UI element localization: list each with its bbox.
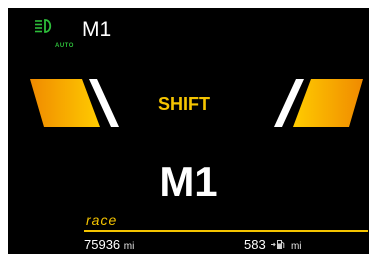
fuel-range: 583 mi (244, 237, 302, 254)
fuel-range-value: 583 (244, 237, 266, 252)
drive-mode-underline (84, 230, 368, 232)
drive-mode-label: race (86, 212, 118, 228)
gear-indicator-large: M1 (159, 158, 218, 205)
instrument-cluster-display: AUTO M1 SHIFT M1 race 75936 mi 583 mi (8, 8, 369, 254)
auto-headlight-icon (34, 18, 62, 44)
odometer-unit: mi (123, 241, 135, 252)
fuel-range-unit: mi (290, 241, 302, 252)
shift-indicator-label: SHIFT (158, 94, 210, 114)
fuel-pump-icon (271, 240, 285, 249)
shift-arrow-right-icon (274, 79, 363, 127)
headlight-auto-label: AUTO (55, 43, 74, 49)
odometer: 75936 mi (84, 237, 134, 254)
odometer-value: 75936 (84, 237, 121, 252)
gear-indicator-small: M1 (82, 18, 112, 41)
shift-arrow-left-icon (30, 79, 119, 127)
